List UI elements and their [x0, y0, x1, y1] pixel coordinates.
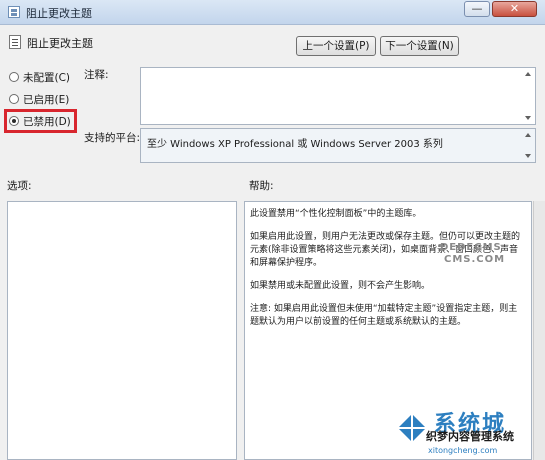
platform-value: 至少 Windows XP Professional 或 Windows Ser…	[147, 139, 443, 150]
platform-label: 支持的平台:	[84, 132, 141, 144]
help-label: 帮助:	[249, 180, 274, 192]
scroll-down-icon[interactable]	[525, 154, 531, 158]
minimize-button[interactable]: —	[464, 1, 490, 17]
next-setting-button[interactable]: 下一个设置(N)	[380, 36, 459, 56]
radio-label: 未配置(C)	[23, 71, 71, 84]
options-panel	[7, 201, 237, 460]
platform-field: 至少 Windows XP Professional 或 Windows Ser…	[140, 128, 536, 163]
watermark-subtitle: 织梦内容管理系统	[426, 430, 514, 443]
title-bar[interactable]: 阻止更改主题 — ✕	[0, 0, 545, 25]
highlight-box	[4, 109, 77, 133]
help-text: 此设置禁用“个性化控制面板”中的主题库。 如果启用此设置，则用户无法更改或保存主…	[250, 208, 520, 339]
platform-scrollbar[interactable]	[522, 129, 535, 162]
policy-dialog-window: 阻止更改主题 — ✕ 阻止更改主题 上一个设置(P) 下一个设置(N) 未配置(…	[0, 0, 545, 460]
radio-enabled[interactable]: 已启用(E)	[9, 91, 69, 107]
scroll-up-icon[interactable]	[525, 133, 531, 137]
radio-button[interactable]	[9, 94, 19, 104]
window-title: 阻止更改主题	[26, 7, 92, 20]
close-button[interactable]: ✕	[492, 1, 537, 17]
previous-setting-button[interactable]: 上一个设置(P)	[296, 36, 376, 56]
policy-icon	[8, 6, 20, 18]
windows-logo-icon	[398, 414, 426, 442]
policy-setting-icon	[9, 35, 21, 49]
comment-textarea[interactable]	[140, 67, 536, 125]
site-watermark: 系统城 织梦内容管理系统 xitongcheng.com	[386, 404, 545, 460]
comment-scrollbar[interactable]	[522, 68, 535, 124]
help-paragraph: 注意: 如果启用此设置但未使用“加载特定主题”设置指定主题，则主题默认为用户以前…	[250, 304, 518, 327]
watermark-site: xitongcheng.com	[428, 446, 498, 455]
help-paragraph: 如果禁用或未配置此设置，则不会产生影响。	[250, 281, 431, 291]
help-paragraph: 此设置禁用“个性化控制面板”中的主题库。	[250, 209, 422, 219]
scroll-down-icon[interactable]	[525, 116, 531, 120]
comment-label: 注释:	[84, 69, 109, 81]
options-label: 选项:	[7, 180, 32, 192]
radio-label: 已启用(E)	[23, 93, 70, 106]
dedecms-watermark: DEDECMS	[440, 242, 502, 253]
scroll-up-icon[interactable]	[525, 72, 531, 76]
radio-button[interactable]	[9, 72, 19, 82]
radio-not-configured[interactable]: 未配置(C)	[9, 69, 70, 85]
policy-name: 阻止更改主题	[27, 37, 93, 50]
dedecms-watermark-url: CMS.COM	[444, 254, 506, 265]
